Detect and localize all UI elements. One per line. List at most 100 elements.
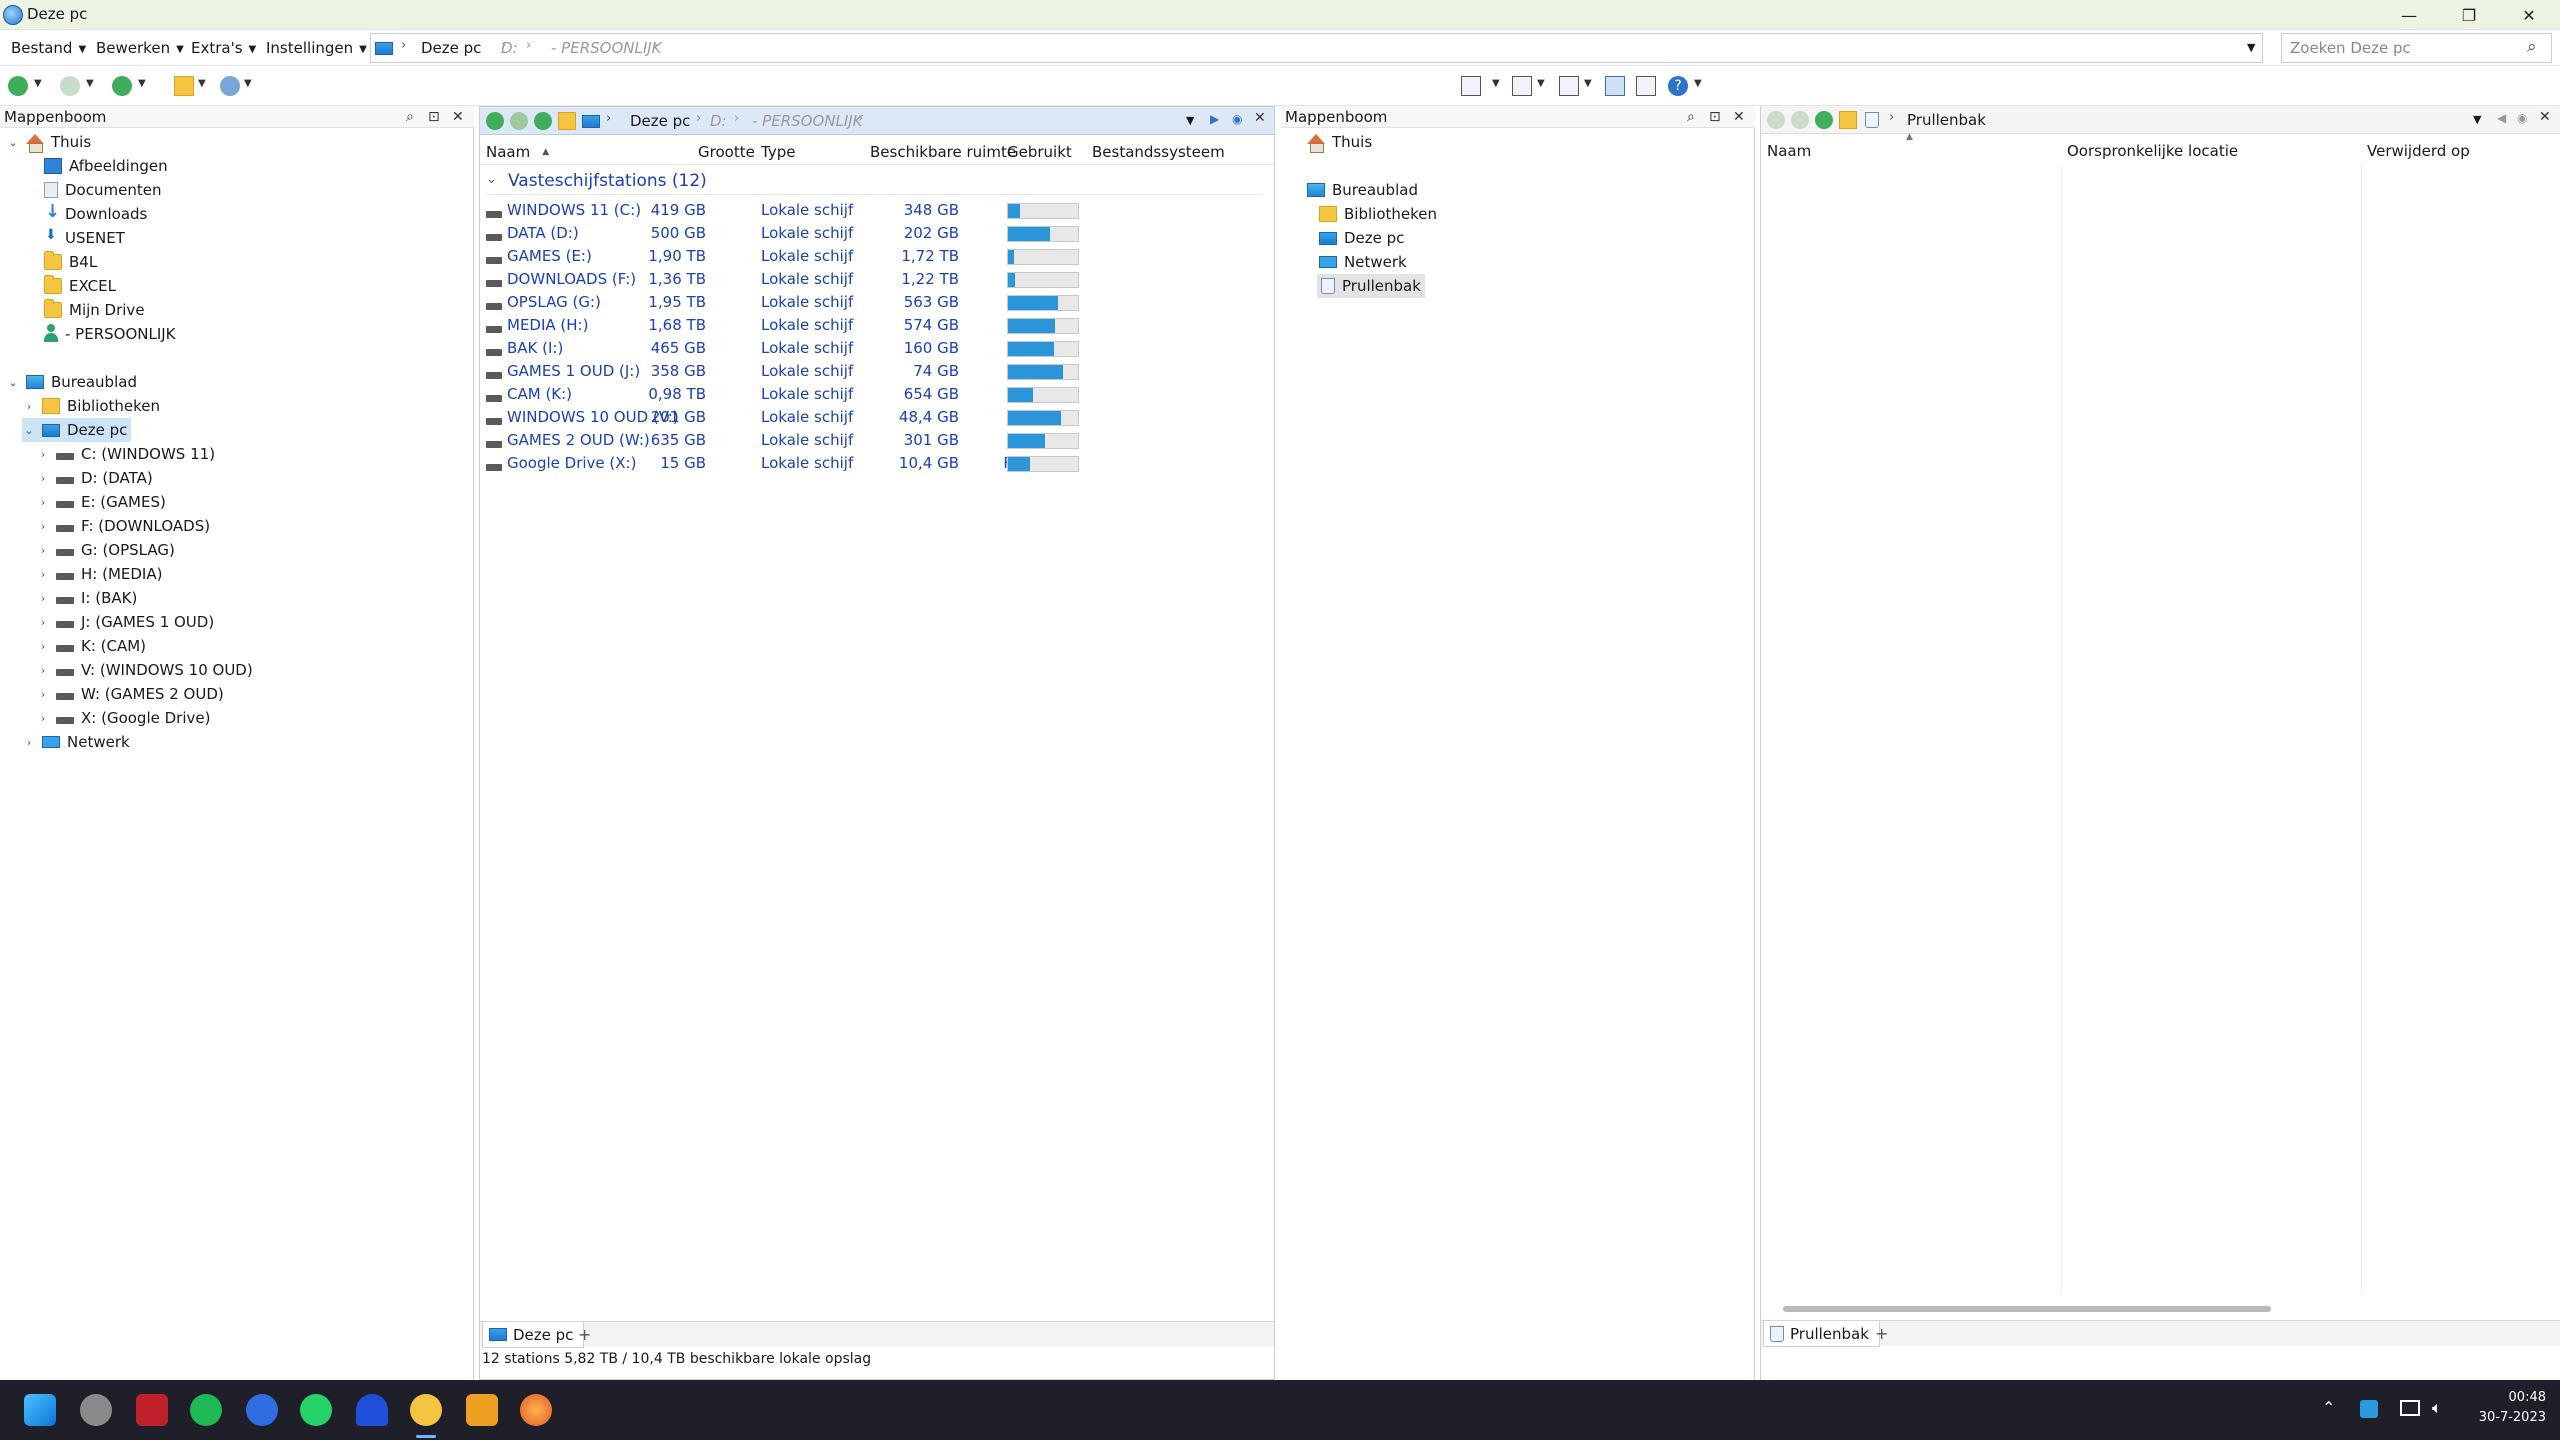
back-dropdown-icon[interactable]: ▼ (34, 78, 42, 89)
tree-item-drive[interactable]: › D: (DATA) (36, 466, 153, 490)
main-address-bar[interactable]: › Deze pc › D: › - PERSOONLIJK › ▼ (370, 33, 2263, 63)
tree-item-home[interactable]: Afbeeldingen (38, 154, 168, 178)
back-icon[interactable] (1767, 111, 1785, 129)
address-ghost-segment[interactable]: D: (501, 39, 518, 57)
chevron-right-icon[interactable]: › (36, 688, 50, 701)
chevron-down-icon[interactable]: ⌄ (6, 376, 20, 389)
drive-row[interactable]: GAMES (E:)1,90 TBLokale schijf1,72 TBNTF… (480, 245, 1264, 268)
pane-forward-icon[interactable]: ◀ (2497, 111, 2506, 125)
chevron-right-icon[interactable]: › (36, 712, 50, 725)
menu-bestand[interactable]: Bestand ▼ (11, 39, 86, 57)
pane-options-icon[interactable]: ◉ (1232, 112, 1242, 126)
network-drive-icon[interactable] (220, 76, 240, 96)
recycle-address-bar[interactable]: › Prullenbak ▼ ◀ ◉ ✕ (1761, 106, 2560, 134)
tree-item-home[interactable]: Documenten (38, 178, 161, 202)
layout-dropdown-icon[interactable]: ▼ (1584, 78, 1592, 89)
tree-item-deze-pc[interactable]: ⌄ Deze pc (22, 418, 132, 442)
tree-item-drive[interactable]: › X: (Google Drive) (36, 706, 211, 730)
chevron-right-icon[interactable]: › (36, 592, 50, 605)
search-icon[interactable]: ⌕ (2527, 37, 2537, 57)
tree-item-drive[interactable]: › E: (GAMES) (36, 490, 166, 514)
tab-prullenbak[interactable]: Prullenbak (1763, 1321, 1880, 1347)
tree-item-netwerk[interactable]: › Netwerk (22, 730, 130, 754)
help-icon[interactable]: ? (1668, 76, 1688, 96)
chevron-right-icon[interactable]: › (36, 568, 50, 581)
tree-item-home[interactable]: EXCEL (38, 274, 116, 298)
chevron-right-icon[interactable]: › (22, 736, 36, 749)
listing-address-ghost[interactable]: - PERSOONLIJK (752, 112, 863, 130)
tree-item-home[interactable]: Downloads (38, 201, 147, 226)
address-ghost-segment[interactable]: - PERSOONLIJK (551, 39, 662, 57)
tree-item-drive[interactable]: › I: (BAK) (36, 586, 138, 610)
drive-row[interactable]: DOWNLOADS (F:) 1,36 TB Lokale schijf 1,22 T… (480, 268, 1264, 291)
horizontal-scrollbar[interactable] (1783, 1306, 2271, 1312)
forward-icon[interactable] (510, 112, 528, 130)
chevron-right-icon[interactable]: › (36, 448, 50, 461)
chevron-down-icon[interactable]: ⌄ (22, 424, 36, 437)
spotify-icon[interactable] (190, 1394, 222, 1426)
media-app-icon[interactable] (136, 1394, 168, 1426)
tab-deze-pc[interactable]: Deze pc (482, 1322, 585, 1348)
drive-row[interactable]: GAMES 2 OUD (W:) 635 GB Lokale schijf 301 G… (480, 429, 1264, 452)
security-icon[interactable] (2360, 1400, 2378, 1418)
favorites-icon[interactable] (1839, 111, 1857, 129)
back-icon[interactable] (486, 112, 504, 130)
firefox-icon[interactable] (520, 1394, 552, 1426)
network-dropdown-icon[interactable]: ▼ (244, 78, 252, 89)
chevron-right-icon[interactable]: › (22, 400, 36, 413)
help-dropdown-icon[interactable]: ▼ (1694, 78, 1702, 89)
tree-item-drive[interactable]: › W: (GAMES 2 OUD) (36, 682, 224, 706)
add-tab-icon[interactable]: + (1875, 1324, 1888, 1343)
chevron-right-icon[interactable]: › (36, 640, 50, 653)
sort-icon[interactable] (1512, 76, 1532, 96)
tree-item-drive[interactable]: › J: (GAMES 1 OUD) (36, 610, 214, 634)
recycle-address-segment[interactable]: Prullenbak (1907, 111, 1986, 129)
pane-options-icon[interactable]: ◉ (2517, 111, 2527, 125)
chevron-right-icon[interactable]: › (36, 520, 50, 533)
favorites-icon[interactable] (174, 76, 194, 96)
favorites-dropdown-icon[interactable]: ▼ (198, 78, 206, 89)
chevron-right-icon[interactable]: › (36, 544, 50, 557)
tree-item-drive[interactable]: › C: (WINDOWS 11) (36, 442, 215, 466)
favorites-icon[interactable] (558, 112, 576, 130)
col-type[interactable]: Type (761, 139, 795, 165)
chevron-down-icon[interactable]: ⌄ (6, 136, 20, 149)
listing-address-segment[interactable]: Deze pc (630, 112, 690, 130)
menu-instellingen[interactable]: Instellingen ▼ (266, 39, 367, 57)
tree-item-bureaublad[interactable]: Bureaublad (1307, 178, 1418, 202)
drive-row[interactable]: Google Drive (X:) 15 GB Lokale schijf 10,4 … (480, 452, 1264, 475)
tree-item-bibliotheken[interactable]: › Bibliotheken (22, 394, 160, 418)
display-icon[interactable] (2400, 1400, 2420, 1416)
chevron-right-icon[interactable]: › (36, 616, 50, 629)
minimize-button[interactable]: — (2380, 0, 2438, 30)
drive-row[interactable]: WINDOWS 11 (C:) 419 GB Lokale schijf 348 GB… (480, 199, 1264, 222)
close-icon[interactable]: ✕ (1254, 110, 1266, 126)
add-tab-icon[interactable]: + (578, 1325, 591, 1344)
drive-row[interactable]: WINDOWS 10 OUD (V:) 201 GB Lokale schijf 48… (480, 406, 1264, 429)
vpn-icon[interactable] (356, 1394, 388, 1426)
col-gebruikt[interactable]: Gebruikt (1007, 139, 1072, 165)
tree-item-home[interactable]: - PERSOONLIJK (38, 322, 176, 346)
taskbar-time[interactable]: 00:48 (2500, 1390, 2546, 1405)
whatsapp-icon[interactable] (300, 1394, 332, 1426)
tree-item-prullenbak[interactable]: Prullenbak (1317, 274, 1425, 298)
forward-icon[interactable] (1791, 111, 1809, 129)
chevron-right-icon[interactable]: › (36, 472, 50, 485)
drive-row[interactable]: CAM (K:)0,98 TBLokale schijf654 GBNTFS (480, 383, 1264, 406)
up-icon[interactable] (112, 76, 132, 96)
signal-icon[interactable] (246, 1394, 278, 1426)
col-naam[interactable]: Naam ▲ (486, 139, 549, 165)
preview-pane-icon[interactable] (1636, 76, 1656, 96)
taskbar-date[interactable]: 30-7-2023 (2466, 1410, 2546, 1425)
restore-button[interactable]: ❐ (2440, 0, 2498, 30)
close-icon[interactable]: ✕ (452, 109, 464, 125)
layout-icon[interactable] (1559, 76, 1579, 96)
listing-address-bar[interactable]: › Deze pc › D: › - PERSOONLIJK › ▼ ▶ ◉ ✕ (480, 107, 1274, 135)
up-dropdown-icon[interactable]: ▼ (138, 78, 146, 89)
close-icon[interactable]: ✕ (1733, 109, 1745, 125)
col-bestandssysteem[interactable]: Bestandssysteem (1092, 139, 1225, 165)
tree-item-drive[interactable]: › K: (CAM) (36, 634, 146, 658)
col-naam[interactable]: Naam (1767, 138, 1811, 164)
listing-address-ghost[interactable]: D: (710, 112, 727, 130)
address-dropdown-icon[interactable]: ▼ (1186, 114, 1194, 127)
